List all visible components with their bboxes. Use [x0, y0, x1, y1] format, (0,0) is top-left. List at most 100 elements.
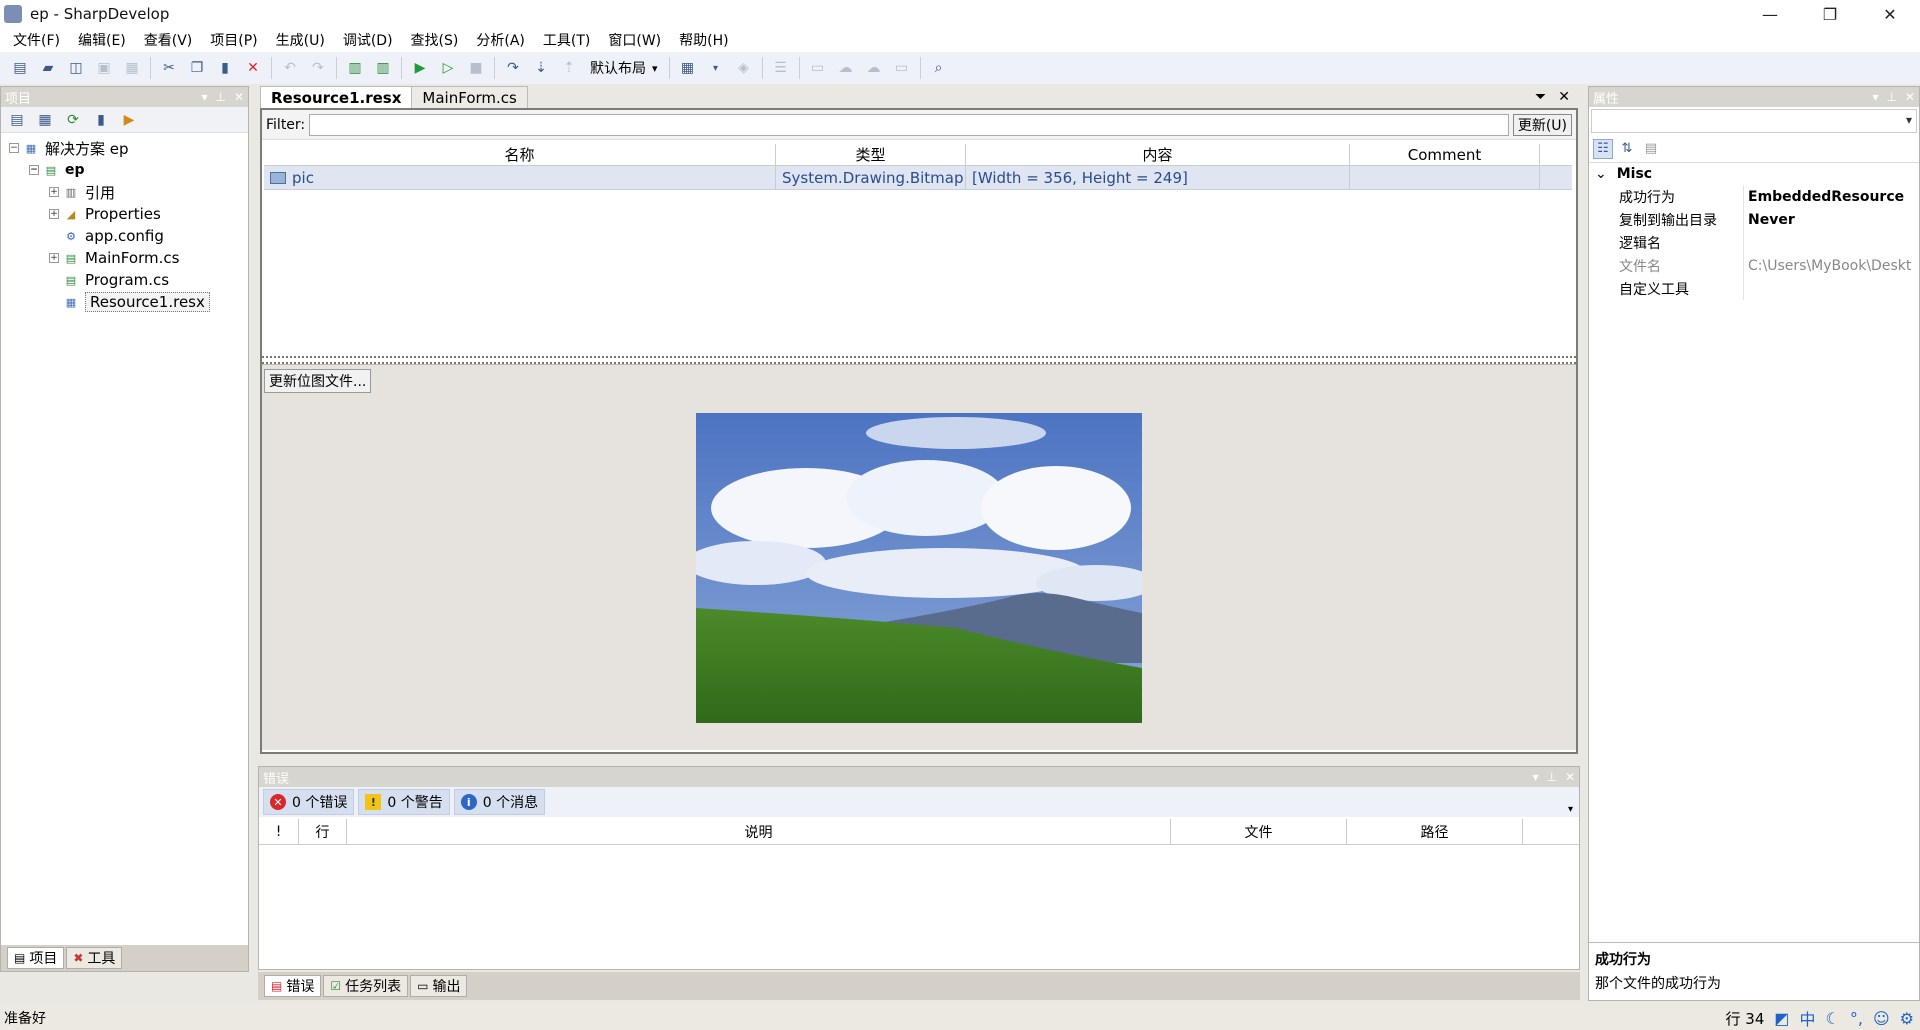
- cell-type[interactable]: System.Drawing.Bitmap: [776, 166, 966, 189]
- cell-content[interactable]: [Width = 356, Height = 249]: [966, 166, 1350, 189]
- filter-input[interactable]: [309, 113, 1509, 136]
- menu-project[interactable]: 项目(P): [201, 30, 266, 50]
- delete-icon[interactable]: ✕: [242, 57, 264, 79]
- save-all-icon[interactable]: ▦: [121, 57, 143, 79]
- editor-splitter[interactable]: [262, 356, 1576, 364]
- column-header-comment[interactable]: Comment: [1350, 144, 1540, 165]
- tree-node-project[interactable]: − ▤ ep: [1, 159, 248, 181]
- rebuild-icon[interactable]: ▥: [372, 57, 394, 79]
- tree-node-app-config[interactable]: ⚙ app.config: [1, 225, 248, 247]
- find-icon[interactable]: ⌕: [928, 57, 950, 79]
- overflow-icon[interactable]: ▾: [1568, 804, 1573, 815]
- column-header-type[interactable]: 类型: [776, 144, 966, 165]
- stop-icon[interactable]: ■: [465, 57, 487, 79]
- ime-language[interactable]: 中: [1800, 1006, 1816, 1030]
- property-value[interactable]: EmbeddedResource: [1744, 185, 1919, 208]
- close-button[interactable]: ✕: [1860, 0, 1920, 28]
- tree-node-mainform[interactable]: + ▤ MainForm.cs: [1, 247, 248, 269]
- document-close-icon[interactable]: ✕: [1558, 89, 1570, 105]
- open-solution-icon[interactable]: ◫: [65, 57, 87, 79]
- pin-icon[interactable]: ⊥: [1546, 770, 1556, 784]
- property-row[interactable]: 成功行为 EmbeddedResource: [1589, 185, 1919, 208]
- dropdown-icon[interactable]: ▾: [1872, 90, 1878, 104]
- expand-icon[interactable]: +: [49, 209, 59, 219]
- menu-edit[interactable]: 编辑(E): [69, 30, 135, 50]
- tree-node-references[interactable]: + ▥ 引用: [1, 181, 248, 203]
- redo-icon[interactable]: ↷: [307, 57, 329, 79]
- run-icon[interactable]: ▶: [409, 57, 431, 79]
- layout-combo[interactable]: 默认布局: [583, 57, 665, 79]
- comment-icon[interactable]: ▭: [807, 57, 829, 79]
- column-header-file[interactable]: 文件: [1171, 819, 1347, 844]
- menu-view[interactable]: 查看(V): [135, 30, 202, 50]
- copy-icon[interactable]: ❐: [186, 57, 208, 79]
- property-value[interactable]: [1744, 277, 1919, 300]
- step-into-icon[interactable]: ⇣: [530, 57, 552, 79]
- search-files-icon[interactable]: ◈: [733, 57, 755, 79]
- dropdown-icon[interactable]: ▾: [1532, 770, 1538, 784]
- update-button[interactable]: 更新(U): [1512, 113, 1572, 136]
- column-header-path[interactable]: 路径: [1347, 819, 1523, 844]
- navigate-icon[interactable]: ▦: [677, 57, 699, 79]
- minimize-button[interactable]: —: [1740, 0, 1800, 28]
- tree-node-properties[interactable]: + ◢ Properties: [1, 203, 248, 225]
- expand-icon[interactable]: +: [49, 253, 59, 263]
- table-row[interactable]: pic System.Drawing.Bitmap [Width = 356, …: [264, 166, 1572, 190]
- bookmark-icon[interactable]: ☁: [835, 57, 857, 79]
- property-row[interactable]: 逻辑名: [1589, 231, 1919, 254]
- collapse-icon[interactable]: −: [9, 143, 19, 153]
- step-out-icon[interactable]: ⇡: [558, 57, 580, 79]
- new-file-icon[interactable]: ▤: [9, 57, 31, 79]
- tree-node-solution[interactable]: − ▦ 解决方案 ep: [1, 137, 248, 159]
- cell-name[interactable]: pic: [264, 166, 776, 189]
- column-header-severity[interactable]: !: [259, 819, 299, 844]
- step-over-icon[interactable]: ↷: [502, 57, 524, 79]
- ime-mode-icon[interactable]: ◩: [1774, 1009, 1789, 1028]
- run-without-debug-icon[interactable]: ▷: [437, 57, 459, 79]
- paste-icon[interactable]: ▮: [214, 57, 236, 79]
- settings-gear-icon[interactable]: ⚙: [1900, 1009, 1914, 1028]
- update-bitmap-button[interactable]: 更新位图文件...: [264, 369, 372, 393]
- tab-resource1-resx[interactable]: Resource1.resx: [260, 86, 413, 108]
- close-icon[interactable]: ✕: [234, 90, 244, 104]
- dropdown-icon[interactable]: ▾: [201, 90, 207, 104]
- collapse-icon[interactable]: −: [29, 165, 39, 175]
- property-pages-icon[interactable]: ▤: [1641, 139, 1661, 159]
- cut-icon[interactable]: ✂: [158, 57, 180, 79]
- show-all-files-icon[interactable]: ▦: [34, 109, 56, 131]
- tab-output[interactable]: ▭ 输出: [410, 975, 468, 997]
- user-icon[interactable]: ☺: [1873, 1009, 1890, 1028]
- menu-help[interactable]: 帮助(H): [670, 30, 737, 50]
- tab-project[interactable]: ▤ 项目: [7, 947, 65, 969]
- open-folder-icon[interactable]: ▶: [118, 109, 140, 131]
- menu-build[interactable]: 生成(U): [267, 30, 334, 50]
- document-list-icon[interactable]: ⏷: [1535, 89, 1546, 105]
- column-header-content[interactable]: 内容: [966, 144, 1350, 165]
- bookmark-next-icon[interactable]: ▭: [891, 57, 913, 79]
- maximize-button[interactable]: ❐: [1800, 0, 1860, 28]
- tab-mainform-cs[interactable]: MainForm.cs: [411, 86, 528, 108]
- categorized-icon[interactable]: ☷: [1593, 138, 1613, 159]
- column-header-line[interactable]: 行: [299, 819, 347, 844]
- menu-search[interactable]: 查找(S): [402, 30, 468, 50]
- warnings-toggle[interactable]: ! 0 个警告: [358, 789, 450, 815]
- menu-analyze[interactable]: 分析(A): [467, 30, 534, 50]
- tab-errors[interactable]: ▤ 错误: [264, 975, 322, 997]
- property-row[interactable]: 文件名 C:\Users\MyBook\Deskt: [1589, 254, 1919, 277]
- open-icon[interactable]: ▰: [37, 57, 59, 79]
- close-icon[interactable]: ✕: [1565, 770, 1575, 784]
- tab-task-list[interactable]: ☑ 任务列表: [323, 975, 409, 997]
- close-icon[interactable]: ✕: [1905, 90, 1915, 104]
- pin-icon[interactable]: ⊥: [1886, 90, 1896, 104]
- messages-toggle[interactable]: i 0 个消息: [453, 789, 546, 815]
- tree-node-resource1[interactable]: ▦ Resource1.resx: [1, 291, 248, 313]
- moon-icon[interactable]: ☾: [1826, 1009, 1840, 1028]
- property-value[interactable]: C:\Users\MyBook\Deskt: [1744, 254, 1919, 277]
- refresh-icon[interactable]: ⟳: [62, 109, 84, 131]
- menu-tools[interactable]: 工具(T): [534, 30, 599, 50]
- menu-debug[interactable]: 调试(D): [334, 30, 402, 50]
- indent-icon[interactable]: ☰: [770, 57, 792, 79]
- category-misc[interactable]: Misc: [1589, 163, 1919, 185]
- menu-file[interactable]: 文件(F): [4, 30, 69, 50]
- cell-comment[interactable]: [1350, 166, 1540, 189]
